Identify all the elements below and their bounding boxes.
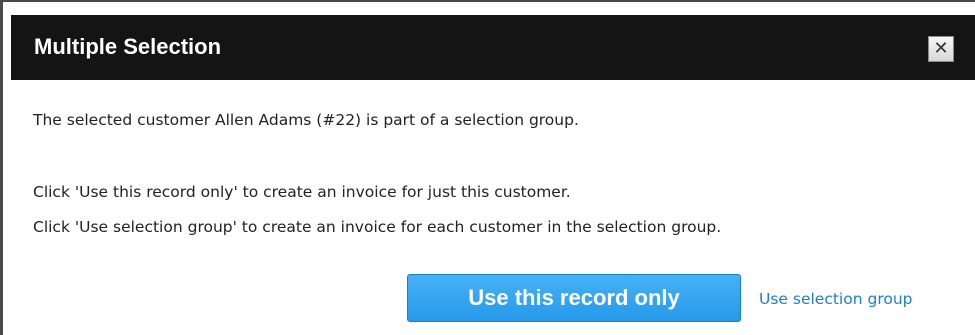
use-record-instruction: Click 'Use this record only' to create a… <box>33 183 571 201</box>
dialog-title: Multiple Selection <box>34 34 222 59</box>
close-button[interactable]: ✕ <box>928 36 954 62</box>
selection-group-message: The selected customer Allen Adams (#22) … <box>33 111 579 129</box>
use-this-record-only-button[interactable]: Use this record only <box>407 274 741 322</box>
close-icon: ✕ <box>933 38 949 59</box>
multiple-selection-dialog: Multiple Selection ✕ The selected custom… <box>0 0 975 335</box>
dialog-titlebar: Multiple Selection ✕ <box>11 15 975 80</box>
use-selection-group-link[interactable]: Use selection group <box>759 289 913 309</box>
use-group-instruction: Click 'Use selection group' to create an… <box>33 218 722 236</box>
